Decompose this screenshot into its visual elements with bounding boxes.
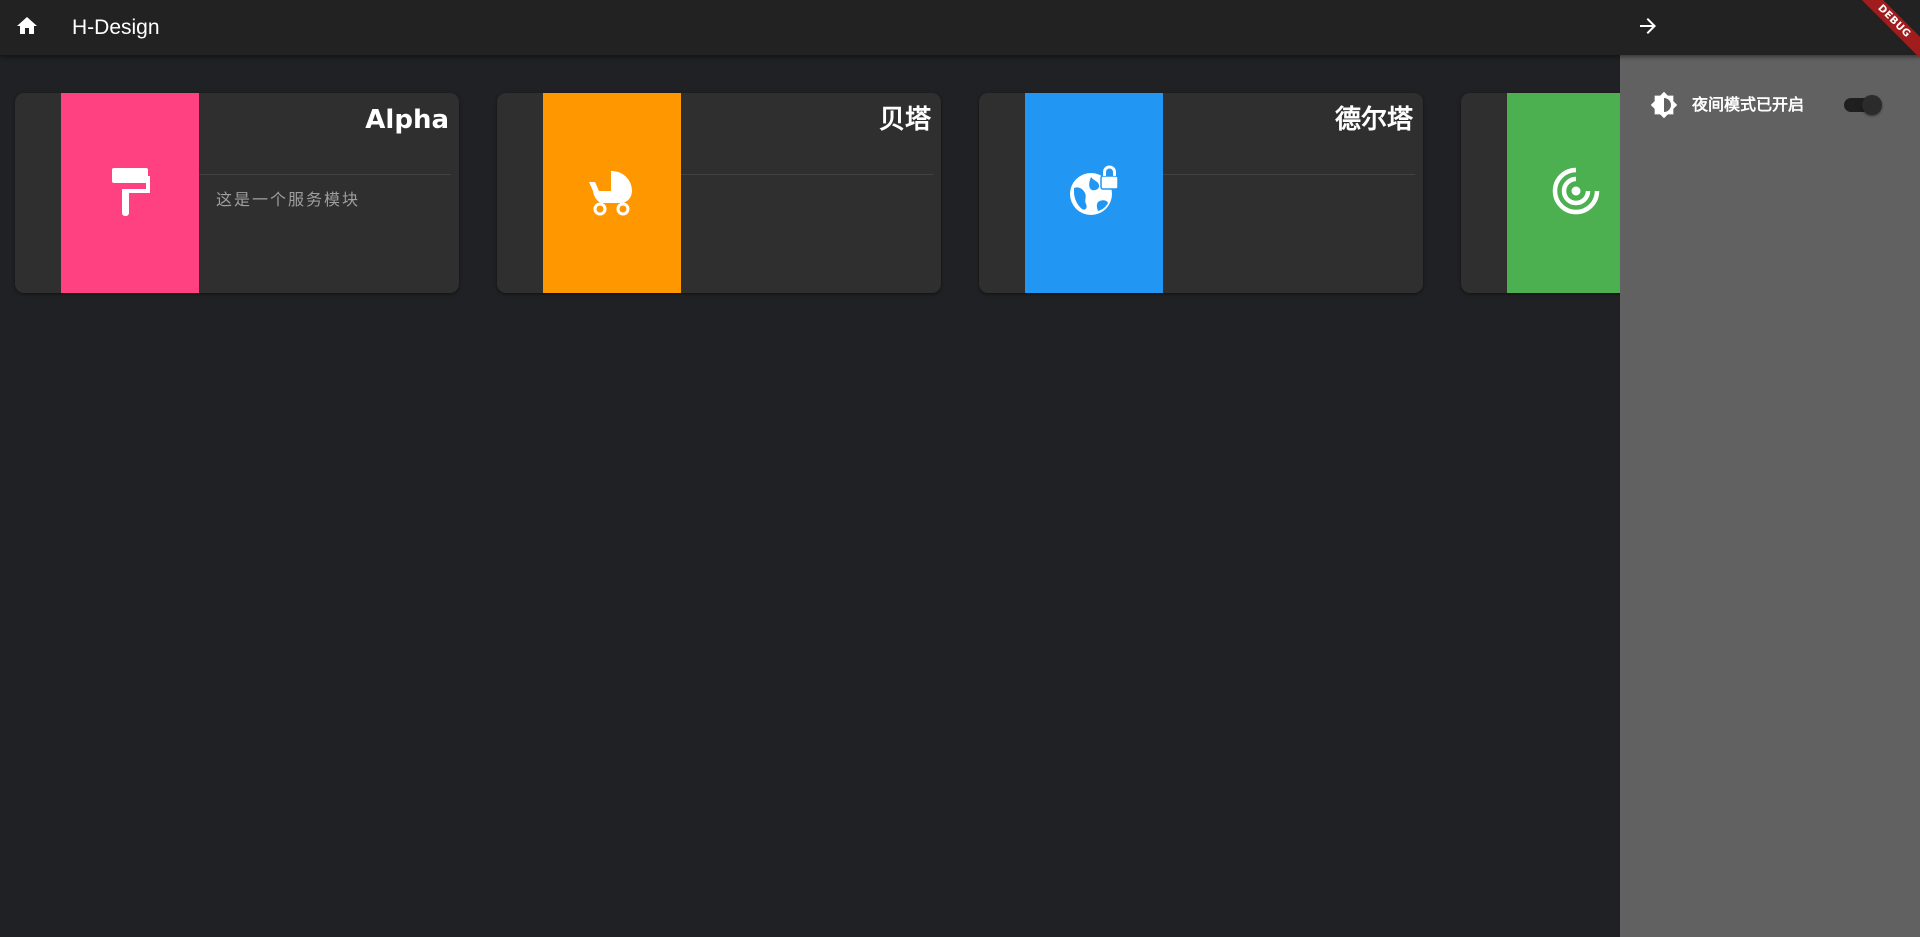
card-icon-panel	[61, 93, 199, 293]
card-icon-panel	[1025, 93, 1163, 293]
card-divider	[1163, 174, 1415, 175]
service-card-alpha[interactable]: Alpha 这是一个服务模块	[15, 93, 459, 293]
card-title: 贝塔	[878, 105, 931, 135]
service-card-4[interactable]	[1461, 93, 1620, 293]
card-icon-panel	[1507, 93, 1620, 293]
service-card-delta[interactable]: 德尔塔	[979, 93, 1423, 293]
card-icon-panel	[543, 93, 681, 293]
main-content: Alpha 这是一个服务模块 贝塔 德尔塔	[0, 55, 1620, 937]
service-card-beta[interactable]: 贝塔	[497, 93, 941, 293]
toggle-thumb	[1862, 95, 1882, 115]
settings-drawer: 夜间模式已开启	[1620, 55, 1920, 937]
arrow-forward-icon	[1636, 14, 1660, 42]
baby-stroller-icon	[587, 166, 637, 220]
card-title: 德尔塔	[1334, 105, 1413, 135]
debug-label: DEBUG	[1856, 0, 1920, 64]
card-title: Alpha	[365, 105, 449, 135]
card-description: 这是一个服务模块	[216, 190, 361, 209]
paint-roller-icon	[106, 165, 154, 221]
app-bar: H-Design	[0, 0, 1920, 55]
night-mode-label: 夜间模式已开启	[1692, 95, 1805, 114]
card-divider	[199, 174, 451, 175]
home-icon	[15, 14, 39, 42]
night-mode-row[interactable]: 夜间模式已开启	[1620, 83, 1920, 127]
debug-banner: DEBUG	[1856, 0, 1920, 64]
home-button[interactable]	[14, 15, 40, 41]
night-mode-toggle[interactable]	[1844, 95, 1882, 115]
vpn-lock-globe-icon	[1067, 164, 1121, 222]
app-title: H-Design	[72, 16, 160, 39]
radar-target-icon	[1551, 166, 1601, 220]
card-divider	[681, 174, 933, 175]
forward-button[interactable]	[1634, 14, 1662, 42]
brightness-icon	[1650, 91, 1678, 119]
